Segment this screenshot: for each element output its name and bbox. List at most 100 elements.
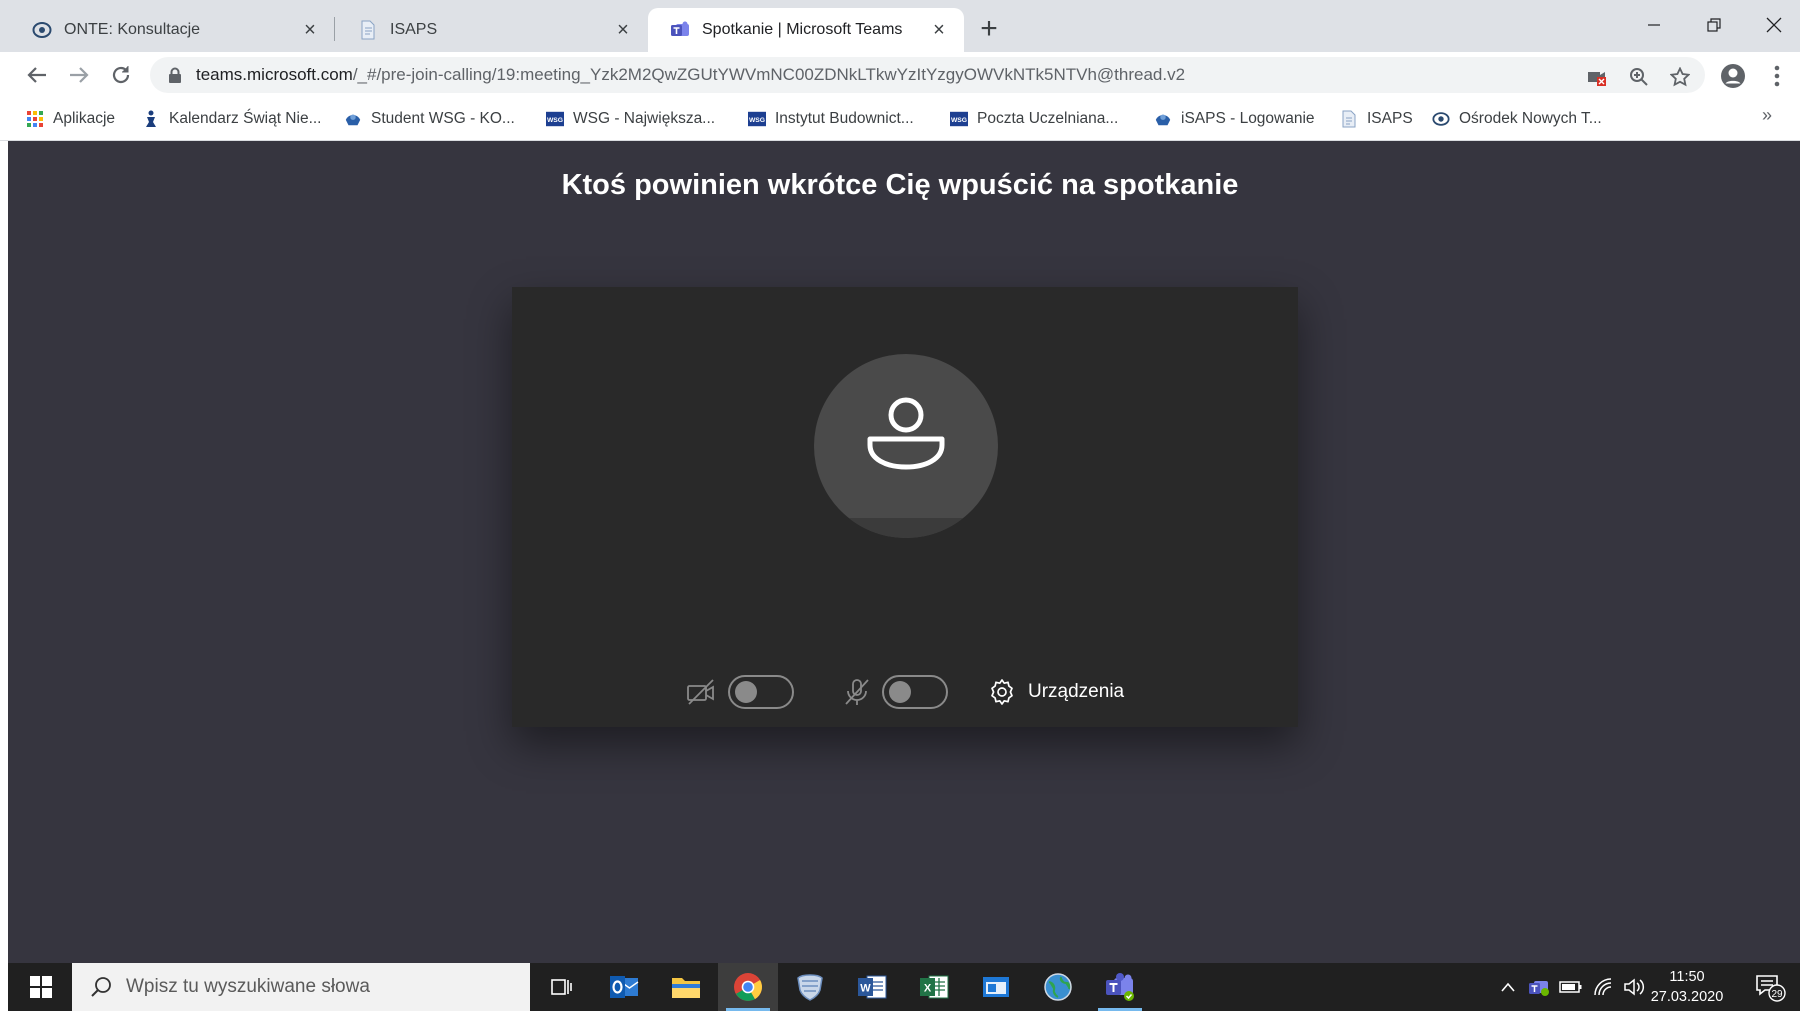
camera-blocked-icon[interactable] bbox=[1586, 66, 1608, 88]
task-view-icon bbox=[551, 979, 572, 995]
tab-divider bbox=[334, 17, 335, 41]
tab-teams-meeting[interactable]: Spotkanie | Microsoft Teams × bbox=[648, 8, 964, 52]
toggle-knob bbox=[889, 681, 911, 703]
excel-app[interactable]: X bbox=[904, 963, 964, 1011]
word-app[interactable]: W bbox=[842, 963, 902, 1011]
close-tab-icon[interactable]: × bbox=[299, 19, 321, 41]
bookmark-label: iSAPS - Logowanie bbox=[1181, 110, 1315, 127]
camera-toggle[interactable] bbox=[728, 675, 794, 709]
browser-toolbar: teams.microsoft.com/_#/pre-join-calling/… bbox=[0, 52, 1800, 97]
search-placeholder: Wpisz tu wyszukiwane słowa bbox=[126, 976, 370, 997]
tab-isaps[interactable]: ISAPS × bbox=[336, 8, 648, 52]
clock-time: 11:50 bbox=[1669, 969, 1705, 985]
bookmark-student-wsg[interactable]: Student WSG - KO... bbox=[344, 107, 515, 131]
apps-grid-icon bbox=[26, 110, 44, 128]
bookmark-label: Aplikacje bbox=[53, 110, 116, 127]
new-tab-button[interactable]: + bbox=[972, 14, 1006, 46]
notification-icon: 29 bbox=[1756, 975, 1786, 1002]
student-crest-icon bbox=[344, 110, 362, 128]
video-preview-panel: Urządzenia bbox=[512, 287, 1298, 727]
bookmark-isaps[interactable]: ISAPS bbox=[1340, 107, 1413, 131]
person-icon bbox=[867, 397, 945, 470]
gear-icon bbox=[991, 679, 1013, 705]
security-app[interactable] bbox=[780, 963, 840, 1011]
bookmark-wsg[interactable]: WSG WSG - Największa... bbox=[546, 107, 715, 131]
back-arrow-icon bbox=[27, 67, 46, 83]
bookmarks-bar: Aplikacje Kalendarz Świąt Nie... Student… bbox=[0, 97, 1800, 141]
chrome-app[interactable] bbox=[718, 963, 778, 1011]
profile-avatar-icon[interactable] bbox=[1716, 59, 1750, 93]
shield-crest-icon bbox=[797, 974, 823, 1001]
chevron-up-icon bbox=[1501, 982, 1515, 992]
task-view-button[interactable] bbox=[532, 963, 592, 1011]
bookmark-apps[interactable]: Aplikacje bbox=[26, 107, 115, 131]
app-window-icon bbox=[983, 977, 1009, 997]
restore-button[interactable] bbox=[1684, 8, 1744, 42]
tray-teams[interactable] bbox=[1524, 963, 1554, 1011]
globe-app[interactable] bbox=[1028, 963, 1088, 1011]
bookmark-label: Kalendarz Świąt Nie... bbox=[169, 110, 322, 127]
tab-onte[interactable]: ONTE: Konsultacje × bbox=[10, 8, 335, 52]
bookmark-osrodek[interactable]: Ośrodek Nowych T... bbox=[1432, 107, 1602, 131]
document-favicon-icon bbox=[1340, 110, 1358, 128]
devices-button[interactable]: Urządzenia bbox=[988, 673, 1124, 711]
zoom-icon[interactable] bbox=[1628, 66, 1650, 88]
page-title: Ktoś powinien wkrótce Cię wpuścić na spo… bbox=[561, 169, 1239, 201]
isaps-crest-icon bbox=[1154, 110, 1172, 128]
teams-app[interactable] bbox=[1090, 963, 1150, 1011]
forward-button[interactable] bbox=[62, 58, 96, 92]
back-button[interactable] bbox=[20, 58, 54, 92]
lock-icon bbox=[169, 67, 181, 83]
windows-taskbar: Wpisz tu wyszukiwane słowa W X 11:50 27.… bbox=[8, 963, 1800, 1011]
bookmark-instytut[interactable]: WSG Instytut Budownict... bbox=[748, 107, 914, 131]
globe-icon bbox=[1044, 973, 1072, 1001]
wifi-icon[interactable] bbox=[1588, 963, 1618, 1011]
notification-count: 29 bbox=[1771, 989, 1783, 1000]
document-favicon-icon bbox=[358, 20, 378, 40]
wsg-logo-icon: WSG bbox=[950, 110, 968, 128]
microphone-off-icon bbox=[845, 679, 869, 705]
file-explorer-app[interactable] bbox=[656, 963, 716, 1011]
action-center-button[interactable]: 29 bbox=[1746, 963, 1796, 1011]
url-text: teams.microsoft.com/_#/pre-join-calling/… bbox=[196, 65, 1185, 85]
toggle-knob bbox=[735, 681, 757, 703]
minimize-button[interactable] bbox=[1624, 8, 1684, 42]
taskbar-search-input[interactable]: Wpisz tu wyszukiwane słowa bbox=[72, 963, 530, 1011]
svg-text:WSG: WSG bbox=[547, 117, 563, 124]
folder-icon bbox=[672, 978, 700, 998]
battery-icon[interactable] bbox=[1556, 963, 1586, 1011]
windows-logo-icon bbox=[30, 976, 52, 998]
close-tab-icon[interactable]: × bbox=[612, 19, 634, 41]
teams-prejoin-page: Ktoś powinien wkrótce Cię wpuścić na spo… bbox=[8, 141, 1800, 963]
onte-favicon-icon bbox=[1432, 110, 1450, 128]
close-tab-icon[interactable]: × bbox=[928, 19, 950, 41]
outlook-app[interactable] bbox=[594, 963, 654, 1011]
tab-title: Spotkanie | Microsoft Teams bbox=[702, 21, 903, 38]
bookmark-label: Student WSG - KO... bbox=[371, 110, 515, 127]
tab-title: ISAPS bbox=[390, 21, 438, 38]
bookmark-isaps-logowanie[interactable]: iSAPS - Logowanie bbox=[1154, 107, 1315, 131]
address-bar[interactable]: teams.microsoft.com/_#/pre-join-calling/… bbox=[150, 57, 1705, 93]
start-button[interactable] bbox=[18, 963, 64, 1011]
teams-favicon-icon bbox=[670, 20, 690, 40]
menu-kebab-icon[interactable] bbox=[1760, 59, 1794, 93]
close-window-button[interactable] bbox=[1744, 8, 1800, 42]
microphone-toggle[interactable] bbox=[882, 675, 948, 709]
bookmarks-overflow-button[interactable]: » bbox=[1762, 105, 1772, 126]
reload-button[interactable] bbox=[104, 58, 138, 92]
bookmark-label: Poczta Uczelniana... bbox=[977, 110, 1119, 127]
reload-icon bbox=[112, 66, 130, 84]
bookmark-calendar[interactable]: Kalendarz Świąt Nie... bbox=[142, 107, 322, 131]
bookmark-label: Ośrodek Nowych T... bbox=[1459, 110, 1602, 127]
teams-icon bbox=[1106, 973, 1134, 1001]
show-hidden-icons-button[interactable] bbox=[1494, 963, 1522, 1011]
wsg-logo-icon: WSG bbox=[546, 110, 564, 128]
window-app[interactable] bbox=[966, 963, 1026, 1011]
clock-date: 27.03.2020 bbox=[1650, 989, 1724, 1005]
taskbar-clock[interactable]: 11:50 27.03.2020 bbox=[1648, 967, 1726, 1007]
bookmark-star-icon[interactable] bbox=[1669, 66, 1691, 88]
wsg-logo-icon: WSG bbox=[748, 110, 766, 128]
bookmark-poczta[interactable]: WSG Poczta Uczelniana... bbox=[950, 107, 1118, 131]
onte-favicon-icon bbox=[32, 20, 52, 40]
volume-icon[interactable] bbox=[1620, 963, 1650, 1011]
